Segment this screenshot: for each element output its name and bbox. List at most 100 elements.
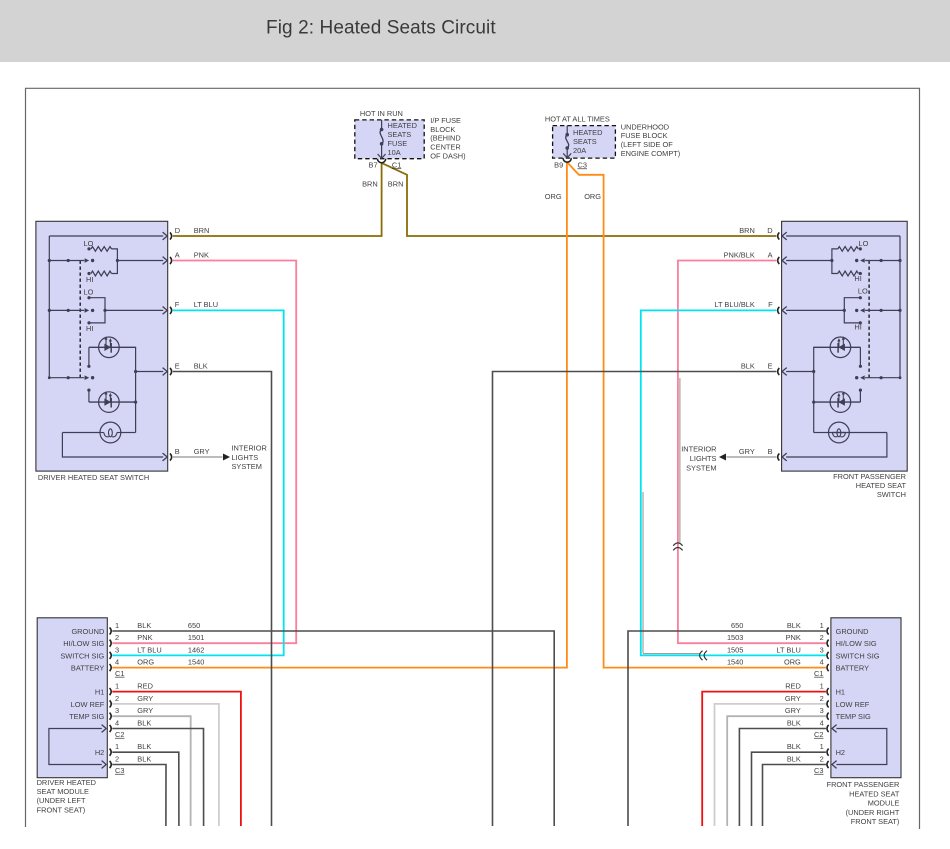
svg-text:HOT IN RUN: HOT IN RUN [360,109,403,118]
svg-text:HI: HI [854,323,861,332]
svg-text:10A: 10A [388,148,401,157]
svg-text:Fig 2: Heated Seats Circuit: Fig 2: Heated Seats Circuit [266,18,496,39]
svg-text:A: A [768,250,773,259]
svg-text:B7: B7 [369,160,378,169]
svg-text:GRY: GRY [137,706,153,715]
svg-text:D: D [767,226,772,235]
svg-text:2: 2 [115,694,119,703]
svg-text:LIGHTS: LIGHTS [690,454,717,463]
svg-text:ENGINE COMPT): ENGINE COMPT) [621,149,681,158]
svg-text:GRY: GRY [194,447,210,456]
svg-text:1503: 1503 [727,633,743,642]
svg-text:HI: HI [854,274,861,283]
svg-text:BLK: BLK [787,742,801,751]
svg-text:LO: LO [858,287,868,296]
svg-text:F: F [175,300,180,309]
svg-text:SEATS: SEATS [573,137,597,146]
svg-text:C3: C3 [578,160,587,169]
svg-text:TEMP SIG: TEMP SIG [69,712,104,721]
svg-text:3: 3 [115,706,119,715]
svg-text:(LEFT SIDE OF: (LEFT SIDE OF [621,140,674,149]
svg-text:LO: LO [84,288,94,297]
svg-text:SWITCH SIG: SWITCH SIG [836,651,880,660]
svg-text:BRN: BRN [362,179,378,188]
svg-text:F: F [768,300,773,309]
svg-text:BLK: BLK [137,719,151,728]
svg-text:1: 1 [820,682,824,691]
svg-text:LT BLU: LT BLU [776,645,800,654]
svg-text:SWITCH SIG: SWITCH SIG [60,651,104,660]
svg-text:GROUND: GROUND [836,627,869,636]
svg-text:4: 4 [820,719,824,728]
svg-text:BLK: BLK [741,361,755,370]
svg-text:LO: LO [84,239,94,248]
svg-text:2: 2 [820,755,824,764]
svg-text:B9: B9 [554,160,563,169]
svg-text:2: 2 [115,633,119,642]
svg-text:BRN: BRN [388,179,404,188]
svg-text:SYSTEM: SYSTEM [686,463,716,472]
svg-text:C1: C1 [115,669,124,678]
svg-text:SWITCH: SWITCH [877,490,906,499]
svg-text:BLK: BLK [137,755,151,764]
svg-text:3: 3 [820,706,824,715]
svg-text:BLK: BLK [137,621,151,630]
svg-text:INTERIOR: INTERIOR [232,444,267,453]
svg-text:2: 2 [820,633,824,642]
svg-text:4: 4 [115,719,119,728]
svg-text:4: 4 [820,658,824,667]
svg-text:C1: C1 [814,669,823,678]
svg-text:HOT AT ALL TIMES: HOT AT ALL TIMES [545,114,610,123]
svg-text:FRONT SEAT): FRONT SEAT) [851,817,900,826]
svg-text:3: 3 [115,645,119,654]
svg-text:OF DASH): OF DASH) [430,152,465,161]
svg-text:FRONT PASSENGER: FRONT PASSENGER [827,780,900,789]
svg-text:2: 2 [820,694,824,703]
svg-text:1: 1 [115,621,119,630]
svg-text:BLOCK: BLOCK [430,125,455,134]
svg-text:DRIVER HEATED: DRIVER HEATED [37,778,96,787]
svg-text:LO: LO [859,239,869,248]
svg-text:LT BLU: LT BLU [194,300,218,309]
svg-text:(BEHIND: (BEHIND [430,134,460,143]
svg-text:650: 650 [188,621,200,630]
svg-text:PNK: PNK [194,250,209,259]
svg-text:H2: H2 [836,748,845,757]
svg-text:GRY: GRY [137,694,153,703]
svg-text:H1: H1 [836,688,845,697]
svg-text:BLK: BLK [194,361,208,370]
svg-text:BRN: BRN [194,226,210,235]
svg-text:RED: RED [137,682,153,691]
svg-text:LOW REF: LOW REF [836,700,870,709]
svg-text:SEATS: SEATS [388,130,412,139]
svg-text:1540: 1540 [727,658,743,667]
svg-text:ORG: ORG [584,192,601,201]
svg-text:MODULE: MODULE [868,799,900,808]
svg-text:BLK: BLK [787,719,801,728]
svg-text:20A: 20A [573,146,586,155]
svg-text:BLK: BLK [787,621,801,630]
svg-text:FRONT PASSENGER: FRONT PASSENGER [833,472,906,481]
svg-text:SEAT MODULE: SEAT MODULE [37,787,89,796]
svg-text:TEMP SIG: TEMP SIG [836,712,871,721]
svg-text:GRY: GRY [739,447,755,456]
svg-text:E: E [768,361,773,370]
svg-text:GROUND: GROUND [71,627,104,636]
svg-text:BLK: BLK [137,742,151,751]
svg-text:C3: C3 [115,766,124,775]
svg-text:HI/LOW SIG: HI/LOW SIG [63,639,104,648]
svg-text:C1: C1 [392,160,401,169]
svg-text:BLK: BLK [787,755,801,764]
svg-text:BRN: BRN [739,226,755,235]
svg-text:ORG: ORG [784,658,801,667]
svg-text:UNDERHOOD: UNDERHOOD [621,122,669,131]
svg-text:HEATED SEAT: HEATED SEAT [856,481,907,490]
svg-text:INTERIOR: INTERIOR [681,444,716,453]
svg-text:H2: H2 [95,748,104,757]
svg-text:1: 1 [115,682,119,691]
svg-text:BATTERY: BATTERY [71,664,104,673]
svg-text:HEATED: HEATED [573,128,602,137]
svg-text:4: 4 [115,658,119,667]
svg-text:ORG: ORG [137,658,154,667]
svg-text:RED: RED [785,682,801,691]
